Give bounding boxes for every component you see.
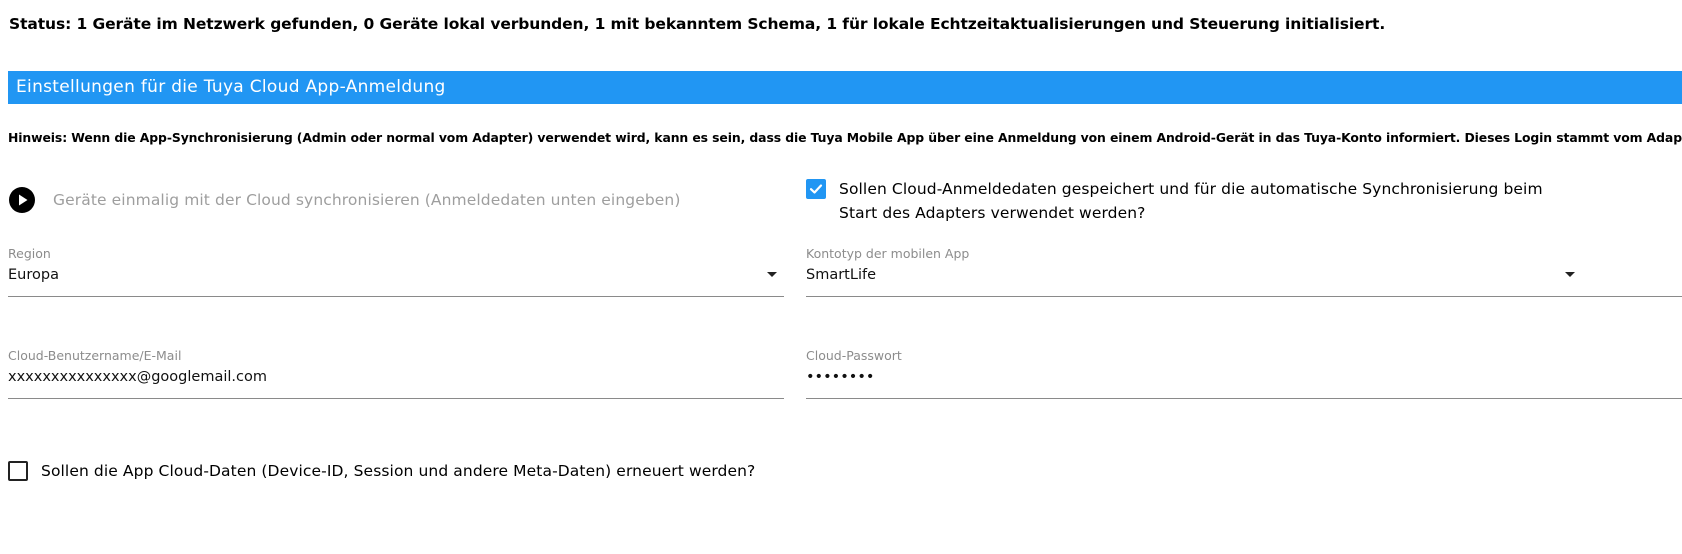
sync-cloud-button[interactable]: Geräte einmalig mit der Cloud synchronis… [8, 185, 680, 215]
checkbox-checked-icon[interactable] [806, 179, 826, 199]
renew-cloud-data-checkbox[interactable]: Sollen die App Cloud-Daten (Device-ID, S… [8, 461, 755, 481]
save-credentials-checkbox[interactable]: Sollen Cloud-Anmeldedaten gespeichert un… [806, 177, 1564, 225]
field-underline [8, 398, 784, 399]
renew-cloud-data-label: Sollen die App Cloud-Daten (Device-ID, S… [41, 462, 756, 480]
app-type-label: Kontotyp der mobilen App [806, 246, 970, 261]
region-select[interactable]: Region Europa [8, 246, 784, 306]
field-underline [806, 398, 1682, 399]
dropdown-arrow-icon [767, 272, 777, 277]
username-field[interactable]: Cloud-Benutzername/E-Mail xxxxxxxxxxxxxx… [8, 348, 784, 408]
username-label: Cloud-Benutzername/E-Mail [8, 348, 182, 363]
section-header: Einstellungen für die Tuya Cloud App-Anm… [8, 71, 1682, 104]
checkbox-unchecked-icon[interactable] [8, 461, 28, 481]
field-underline [8, 296, 784, 297]
hint-text: Hinweis: Wenn die App-Synchronisierung (… [8, 130, 1682, 145]
sync-cloud-label: Geräte einmalig mit der Cloud synchronis… [53, 191, 681, 209]
username-value[interactable]: xxxxxxxxxxxxxxx@googlemail.com [8, 369, 267, 385]
dropdown-arrow-icon [1565, 272, 1575, 277]
password-value[interactable]: •••••••• [806, 369, 874, 385]
play-circle-icon [8, 186, 36, 214]
password-label: Cloud-Passwort [806, 348, 902, 363]
region-value: Europa [8, 267, 59, 283]
region-label: Region [8, 246, 51, 261]
app-type-select[interactable]: Kontotyp der mobilen App SmartLife [806, 246, 1682, 306]
save-credentials-label: Sollen Cloud-Anmeldedaten gespeichert un… [839, 180, 1543, 222]
app-type-value: SmartLife [806, 267, 876, 283]
field-underline [806, 296, 1682, 297]
status-text: Status: 1 Geräte im Netzwerk gefunden, 0… [9, 15, 1386, 33]
password-field[interactable]: Cloud-Passwort •••••••• [806, 348, 1682, 408]
